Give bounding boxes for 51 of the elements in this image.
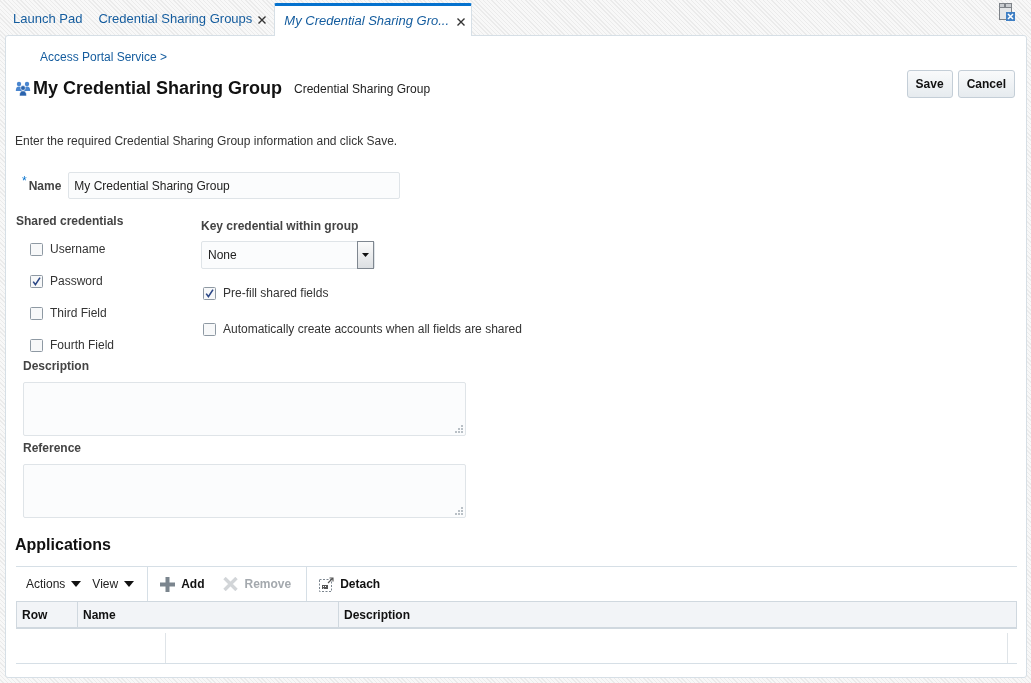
checkbox[interactable] — [30, 242, 43, 256]
caret-icon — [362, 253, 369, 257]
column-header[interactable]: Name — [83, 605, 116, 624]
instruction-text: Enter the required Credential Sharing Group information and click Save. — [15, 133, 398, 149]
section-label: Shared credentials — [16, 213, 124, 229]
checkbox-label: Username — [50, 241, 106, 258]
checkbox-label: Password — [50, 273, 103, 290]
menu-button[interactable]: Actions — [26, 575, 82, 593]
close-icon[interactable] — [457, 18, 466, 26]
checkbox[interactable] — [30, 338, 43, 352]
checkbox-label: Pre-fill shared fields — [223, 285, 329, 302]
description-field[interactable] — [23, 382, 466, 436]
checkbox-label: Fourth Field — [50, 337, 115, 354]
resize-grip-icon[interactable] — [455, 425, 463, 433]
section-heading: Applications — [15, 535, 111, 555]
cancel-button[interactable]: Cancel — [957, 70, 1015, 98]
dropdown-button[interactable] — [357, 241, 374, 269]
x-icon — [223, 577, 239, 591]
checkbox[interactable] — [203, 286, 216, 300]
field-label: Name — [28, 177, 62, 195]
caret-icon — [71, 581, 82, 587]
required-mark: * — [22, 172, 27, 190]
caret-icon — [124, 581, 135, 587]
breadcrumb-link[interactable]: Access Portal Service > — [40, 49, 168, 65]
save-button[interactable]: Save — [906, 70, 953, 98]
checkbox[interactable] — [30, 274, 43, 288]
add-button[interactable]: Add — [160, 575, 205, 593]
reference-field[interactable] — [23, 464, 466, 518]
people-icon — [15, 80, 31, 96]
field-label: Key credential within group — [201, 218, 359, 234]
column-header[interactable]: Row — [22, 605, 48, 624]
column-header[interactable]: Description — [344, 605, 410, 624]
field-label: Description — [23, 358, 89, 374]
name-input[interactable]: My Credential Sharing Group — [68, 172, 401, 199]
page-title: My Credential Sharing Group — [33, 77, 283, 99]
plus-icon — [160, 576, 176, 592]
menu-button[interactable]: View — [92, 575, 135, 593]
checkbox-label: Third Field — [50, 305, 107, 322]
checkbox[interactable] — [203, 322, 216, 336]
checkbox-label: Automatically create accounts when all fields are shared — [223, 321, 522, 338]
field-label: Reference — [23, 440, 82, 456]
resize-grip-icon[interactable] — [455, 507, 463, 515]
window-close-icon[interactable] — [999, 3, 1015, 21]
checkbox[interactable] — [30, 306, 43, 320]
tab[interactable]: Credential Sharing Groups — [90, 3, 275, 35]
detach-button[interactable]: Detach — [319, 575, 381, 593]
key-credential-select[interactable]: None — [201, 241, 375, 269]
tab[interactable]: Launch Pad — [5, 3, 91, 35]
tab[interactable]: My Credential Sharing Gro... — [274, 3, 473, 36]
close-icon[interactable] — [258, 16, 267, 24]
page-subtitle: Credential Sharing Group — [294, 81, 431, 98]
